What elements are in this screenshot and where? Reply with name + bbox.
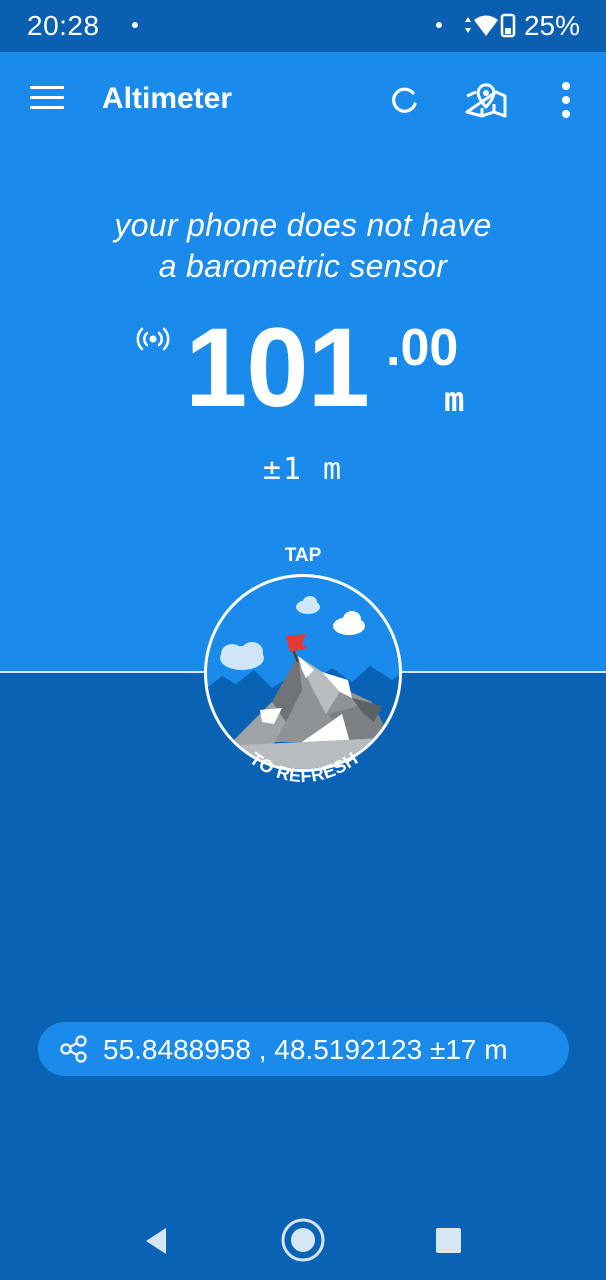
hamburger-menu-icon[interactable] — [30, 86, 64, 112]
to-refresh-label: TO REFRESH — [246, 748, 362, 786]
tap-label: TAP — [284, 545, 322, 566]
refresh-icon[interactable] — [380, 76, 428, 124]
sensor-message-line2: a barometric sensor — [158, 248, 448, 284]
cloud-icon — [220, 642, 264, 670]
sensor-message-line1: your phone does not have — [114, 207, 492, 243]
notification-dot-icon — [436, 22, 442, 28]
altitude-accuracy: ±1 m — [262, 452, 344, 487]
network-wifi-battery-icon — [465, 13, 516, 38]
sensor-message: your phone does not have a barometric se… — [0, 205, 606, 287]
battery-percent: 25% — [523, 10, 580, 41]
back-icon[interactable] — [142, 1226, 170, 1256]
map-pin-icon[interactable] — [462, 76, 510, 124]
notification-dot-icon — [132, 22, 138, 28]
svg-text:TO REFRESH: TO REFRESH — [246, 748, 362, 786]
gps-signal-icon — [136, 327, 170, 351]
coordinates-text: 55.8488958 , 48.5192123 ±17 m — [103, 1034, 508, 1065]
home-icon[interactable] — [280, 1217, 326, 1263]
altitude-decimal: .00 — [386, 319, 459, 377]
share-icon[interactable] — [60, 1035, 88, 1063]
location-chip[interactable]: 55.8488958 , 48.5192123 ±17 m — [38, 1022, 569, 1076]
altitude-unit: m — [444, 380, 465, 420]
status-bar: 20:28 25% — [0, 0, 606, 52]
altitude-value: 101 — [185, 305, 370, 430]
app-title: Altimeter — [102, 82, 233, 115]
recent-apps-icon[interactable] — [436, 1228, 461, 1253]
status-time: 20:28 — [27, 10, 100, 41]
more-vert-icon[interactable] — [542, 76, 590, 124]
